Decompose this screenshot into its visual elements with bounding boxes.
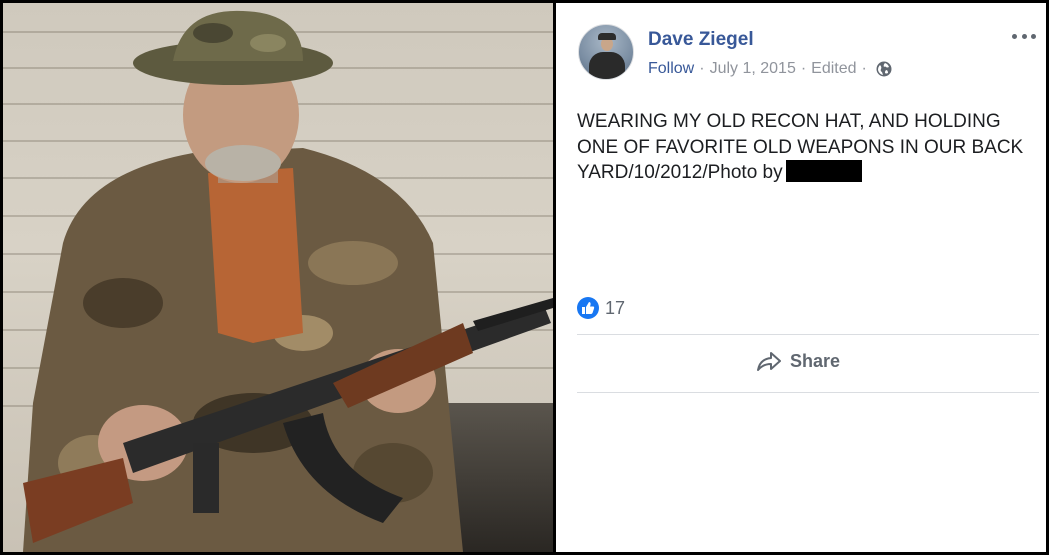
avatar[interactable] — [578, 24, 634, 80]
follow-link[interactable]: Follow — [648, 60, 694, 78]
reaction-summary[interactable]: 17 — [577, 297, 625, 319]
more-options-icon[interactable] — [1012, 31, 1036, 41]
post-card: Dave Ziegel Follow · July 1, 2015 · Edit… — [556, 3, 1046, 552]
share-arrow-icon — [757, 352, 781, 371]
post-photo[interactable] — [3, 3, 553, 552]
meta-separator: · — [699, 60, 705, 77]
redaction-box — [785, 160, 862, 182]
avatar-body — [589, 52, 625, 79]
divider — [577, 392, 1039, 393]
person-illustration — [23, 10, 553, 552]
post-text: WEARING MY OLD RECON HAT, AND HOLDING ON… — [577, 109, 1032, 186]
share-label: Share — [790, 350, 841, 371]
author-name[interactable]: Dave Ziegel — [648, 29, 754, 51]
like-icon — [577, 297, 599, 319]
edited-label[interactable]: Edited — [811, 60, 856, 78]
meta-separator: · — [800, 60, 807, 77]
avatar-hat — [598, 33, 616, 40]
post-meta: Follow · July 1, 2015 · Edited · — [648, 60, 892, 78]
globe-icon[interactable] — [876, 61, 892, 77]
divider — [577, 334, 1039, 335]
post-date[interactable]: July 1, 2015 — [710, 60, 796, 78]
meta-separator: · — [861, 60, 867, 77]
like-count: 17 — [605, 297, 626, 318]
share-button[interactable]: Share — [756, 350, 840, 372]
